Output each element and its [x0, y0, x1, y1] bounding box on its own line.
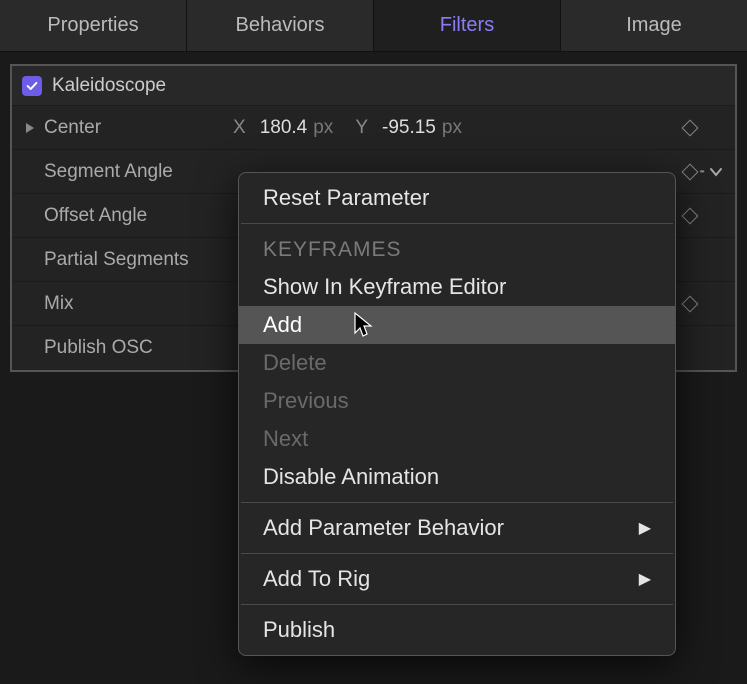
tab-image[interactable]: Image: [561, 0, 747, 51]
menu-keyframes-header: KEYFRAMES: [239, 230, 675, 268]
menu-add-behavior-label: Add Parameter Behavior: [263, 515, 504, 541]
menu-add-parameter-behavior[interactable]: Add Parameter Behavior ▶: [239, 509, 675, 547]
filter-name: Kaleidoscope: [52, 75, 166, 97]
param-label-publish-osc: Publish OSC: [44, 337, 219, 359]
param-label-offset-angle: Offset Angle: [44, 205, 219, 227]
cursor-icon: [353, 311, 375, 339]
inspector-tabbar: Properties Behaviors Filters Image: [0, 0, 747, 52]
menu-disable-animation[interactable]: Disable Animation: [239, 458, 675, 496]
value-x[interactable]: 180.4: [260, 117, 308, 139]
unit-x: px: [313, 117, 333, 139]
menu-delete-keyframe: Delete: [239, 344, 675, 382]
menu-show-in-keyframe-editor[interactable]: Show In Keyframe Editor: [239, 268, 675, 306]
param-row-center: Center X 180.4 px Y -95.15 px: [12, 106, 735, 150]
value-y[interactable]: -95.15: [382, 117, 436, 139]
menu-next-keyframe: Next: [239, 420, 675, 458]
menu-reset-parameter[interactable]: Reset Parameter: [239, 179, 675, 217]
menu-add-keyframe[interactable]: Add: [239, 306, 675, 344]
animation-context-menu: Reset Parameter KEYFRAMES Show In Keyfra…: [238, 172, 676, 656]
param-label-partial-segments: Partial Segments: [44, 249, 219, 271]
submenu-arrow-icon: ▶: [639, 569, 651, 589]
submenu-arrow-icon: ▶: [639, 518, 651, 538]
axis-x-label: X: [233, 117, 246, 139]
disclosure-icon[interactable]: [22, 122, 38, 134]
param-label-mix: Mix: [44, 293, 219, 315]
param-label-center: Center: [44, 117, 219, 139]
param-label-segment-angle: Segment Angle: [44, 161, 219, 183]
menu-separator: [241, 553, 673, 554]
menu-separator: [241, 604, 673, 605]
menu-separator: [241, 223, 673, 224]
unit-y: px: [442, 117, 462, 139]
axis-y-label: Y: [355, 117, 368, 139]
filter-header: Kaleidoscope: [12, 66, 735, 106]
menu-add-rig-label: Add To Rig: [263, 566, 370, 592]
keyframe-button[interactable]: [681, 119, 699, 137]
keyframe-button[interactable]: [681, 207, 699, 225]
filter-enable-checkbox[interactable]: [22, 76, 42, 96]
keyframe-button[interactable]: [681, 295, 699, 313]
menu-add-label: Add: [263, 312, 302, 338]
tab-properties[interactable]: Properties: [0, 0, 187, 51]
menu-add-to-rig[interactable]: Add To Rig ▶: [239, 560, 675, 598]
menu-separator: [241, 502, 673, 503]
tab-filters[interactable]: Filters: [374, 0, 561, 51]
tab-behaviors[interactable]: Behaviors: [187, 0, 374, 51]
keyframe-button[interactable]: [681, 163, 699, 181]
menu-publish[interactable]: Publish: [239, 611, 675, 649]
menu-previous-keyframe: Previous: [239, 382, 675, 420]
animation-menu-button[interactable]: [707, 167, 725, 177]
